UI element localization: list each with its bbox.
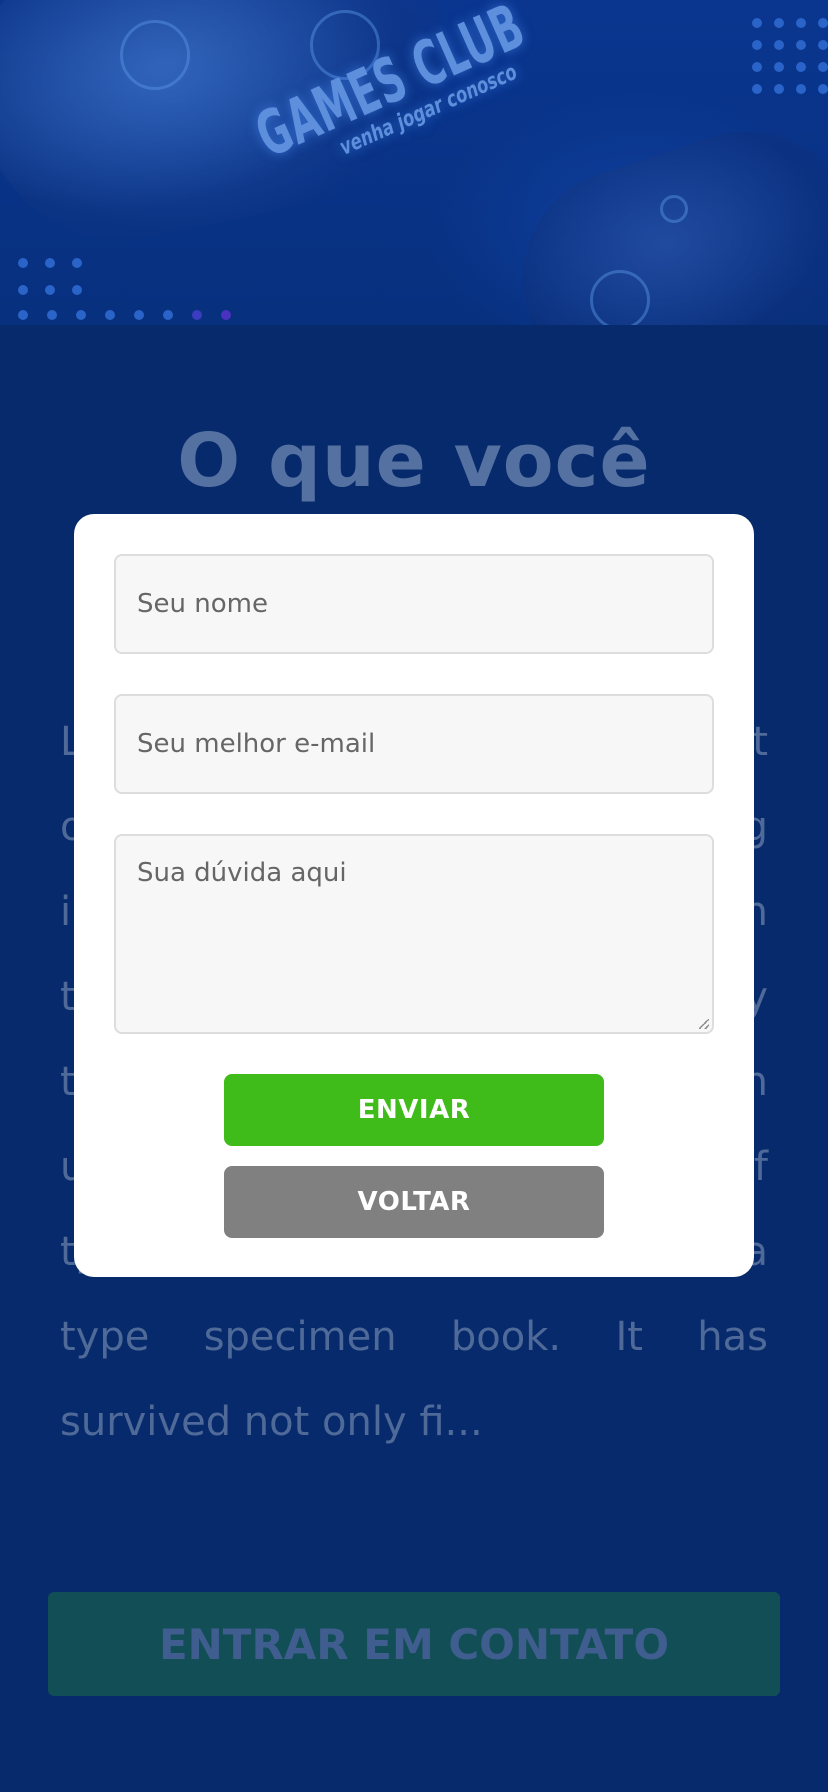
gamepad-button-icon <box>120 20 190 90</box>
name-input[interactable]: Seu nome <box>114 554 714 654</box>
question-textarea[interactable]: Sua dúvida aqui <box>114 834 714 1034</box>
gamepad-button-icon <box>660 195 688 223</box>
decorative-dots <box>18 310 231 320</box>
decorative-dots <box>752 18 828 94</box>
decorative-dots <box>18 258 82 295</box>
question-placeholder: Sua dúvida aqui <box>137 858 347 888</box>
email-input[interactable]: Seu melhor e-mail <box>114 694 714 794</box>
contact-modal: Seu nome Seu melhor e-mail Sua dúvida aq… <box>74 514 754 1277</box>
resize-handle-icon[interactable] <box>699 1019 709 1029</box>
contact-button[interactable]: ENTRAR EM CONTATO <box>48 1592 780 1696</box>
gamepad-button-icon <box>590 270 650 325</box>
email-placeholder: Seu melhor e-mail <box>137 729 376 759</box>
hero-banner: GAMES CLUB venha jogar conosco <box>0 0 828 325</box>
send-button[interactable]: ENVIAR <box>224 1074 604 1146</box>
back-button[interactable]: VOLTAR <box>224 1166 604 1238</box>
name-placeholder: Seu nome <box>137 589 268 619</box>
section-title: O que você <box>177 418 651 504</box>
